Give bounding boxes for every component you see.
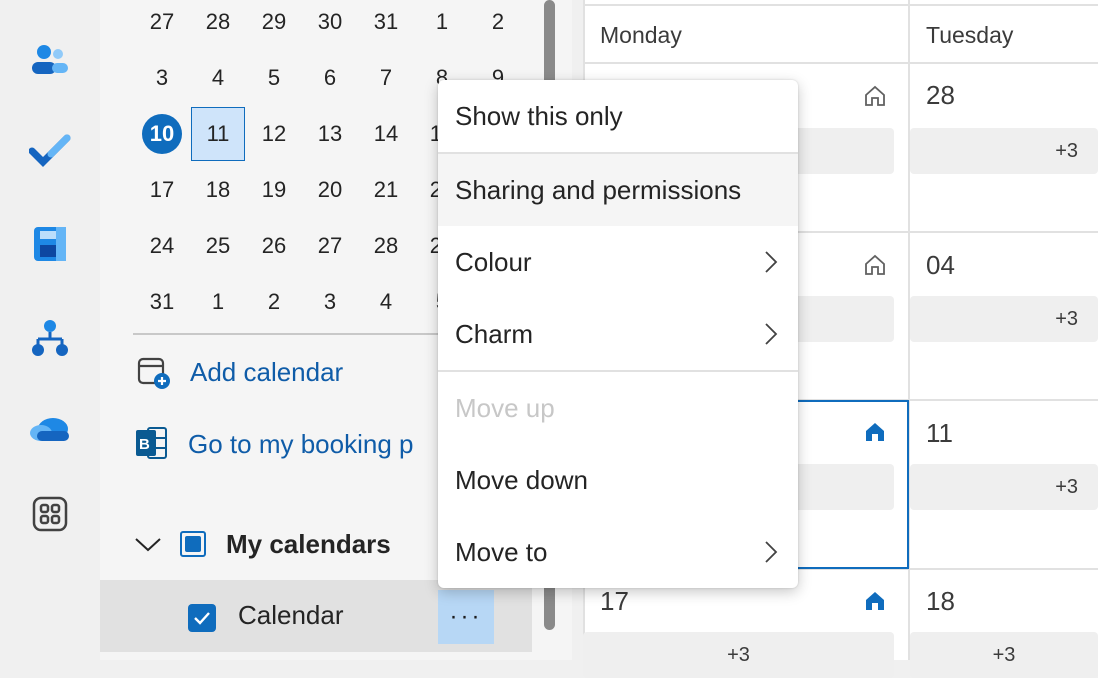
mini-calendar-day[interactable]: 17 <box>134 162 190 218</box>
chevron-right-icon <box>765 323 778 345</box>
apps-grid-icon[interactable] <box>28 492 72 536</box>
todo-check-icon[interactable] <box>28 128 72 172</box>
more-options-button[interactable]: ··· <box>438 590 494 644</box>
menu-item-charm[interactable]: Charm <box>438 298 798 370</box>
bookings-icon: B <box>136 427 167 459</box>
home-icon <box>866 423 884 441</box>
mini-calendar-day[interactable]: 25 <box>190 218 246 274</box>
mini-calendar-day[interactable]: 20 <box>302 162 358 218</box>
mini-calendar-day[interactable]: 21 <box>358 162 414 218</box>
mini-calendar-day[interactable]: 30 <box>302 0 358 50</box>
chevron-down-icon <box>135 538 161 552</box>
menu-item-move-up: Move up <box>438 372 798 444</box>
more-events-pill[interactable]: +3 <box>910 464 1098 510</box>
mini-calendar-day[interactable]: 4 <box>190 50 246 106</box>
app-rail <box>0 0 100 660</box>
mini-calendar-day[interactable]: 14 <box>358 106 414 162</box>
grid-line <box>583 62 1098 64</box>
menu-item-label: Sharing and permissions <box>455 174 742 205</box>
mini-calendar-day[interactable]: 29 <box>246 0 302 50</box>
more-events-pill[interactable]: +3 <box>910 296 1098 342</box>
day-number[interactable]: 11 <box>926 418 953 449</box>
mini-calendar-day[interactable]: 13 <box>302 106 358 162</box>
home-icon <box>865 254 885 275</box>
mini-calendar-day[interactable]: 31 <box>134 274 190 330</box>
day-number[interactable]: 18 <box>926 586 955 617</box>
calendar-add-icon <box>137 357 170 389</box>
mini-calendar-day[interactable]: 27 <box>134 0 190 50</box>
menu-item-sharing-permissions[interactable]: Sharing and permissions <box>438 154 798 226</box>
mini-calendar-day[interactable]: 19 <box>246 162 302 218</box>
grid-line <box>583 4 1098 6</box>
mini-calendar-day[interactable]: 28 <box>190 0 246 50</box>
my-calendars-header[interactable]: My calendars <box>134 522 391 566</box>
mini-calendar-day[interactable]: 12 <box>246 106 302 162</box>
day-number[interactable]: 04 <box>926 250 955 281</box>
day-number[interactable]: 17 <box>600 586 629 617</box>
today-marker: 10 <box>142 114 182 154</box>
home-icon <box>865 85 885 106</box>
svg-text:B: B <box>139 436 150 453</box>
mini-calendar-day[interactable]: 6 <box>302 50 358 106</box>
day-number[interactable]: 28 <box>926 80 955 111</box>
mini-calendar-day[interactable]: 26 <box>246 218 302 274</box>
mini-calendar-day[interactable]: 4 <box>358 274 414 330</box>
menu-item-move-to[interactable]: Move to <box>438 516 798 588</box>
files-icon[interactable] <box>28 222 72 266</box>
menu-item-label: Colour <box>455 246 532 277</box>
add-calendar-link[interactable]: Add calendar <box>134 354 343 390</box>
chevron-right-icon <box>765 251 778 273</box>
my-calendars-title: My calendars <box>226 528 391 559</box>
mini-calendar-day[interactable]: 2 <box>246 274 302 330</box>
menu-item-label: Charm <box>455 318 534 349</box>
mini-calendar-day[interactable]: 18 <box>190 162 246 218</box>
menu-item-label: Move to <box>455 536 548 567</box>
menu-item-show-this-only[interactable]: Show this only <box>438 80 798 152</box>
my-calendars-square-icon <box>180 531 206 557</box>
people-icon[interactable] <box>28 38 72 82</box>
mini-calendar-day[interactable]: 31 <box>358 0 414 50</box>
org-explorer-icon[interactable] <box>28 316 72 360</box>
booking-page-label: Go to my booking p <box>188 428 414 459</box>
chevron-right-icon <box>765 541 778 563</box>
calendar-context-menu: Show this only Sharing and permissions C… <box>438 80 798 588</box>
more-events-pill[interactable]: +3 <box>583 632 894 678</box>
mini-calendar-day[interactable]: 3 <box>302 274 358 330</box>
menu-item-move-down[interactable]: Move down <box>438 444 798 516</box>
day-header-tuesday: Tuesday <box>926 22 1014 48</box>
more-events-pill[interactable]: +3 <box>910 128 1098 174</box>
mini-calendar-day[interactable]: 2 <box>470 0 526 50</box>
menu-item-label: Move down <box>455 464 588 495</box>
calendar-label: Calendar <box>238 600 344 630</box>
calendar-checkbox[interactable] <box>188 604 216 632</box>
mini-calendar-day[interactable]: 3 <box>134 50 190 106</box>
onedrive-icon[interactable] <box>28 406 72 450</box>
mini-calendar-day[interactable]: 5 <box>246 50 302 106</box>
menu-item-label: Move up <box>455 392 555 423</box>
pane-divider <box>133 333 438 335</box>
more-events-pill[interactable]: +3 <box>910 632 1098 678</box>
mini-calendar-day[interactable]: 27 <box>302 218 358 274</box>
checkmark-icon <box>194 612 210 625</box>
mini-calendar-day[interactable]: 10 <box>134 106 190 162</box>
booking-page-link[interactable]: B Go to my booking p <box>134 426 413 462</box>
add-calendar-label: Add calendar <box>190 356 344 387</box>
home-icon <box>866 592 884 610</box>
mini-calendar-day[interactable]: 1 <box>414 0 470 50</box>
mini-calendar-day[interactable]: 1 <box>190 274 246 330</box>
mini-calendar-day[interactable]: 24 <box>134 218 190 274</box>
mini-calendar-day[interactable]: 28 <box>358 218 414 274</box>
day-header-monday: Monday <box>600 22 682 48</box>
mini-calendar-day[interactable]: 7 <box>358 50 414 106</box>
menu-item-label: Show this only <box>455 100 623 131</box>
mini-calendar-day[interactable]: 11 <box>191 107 245 161</box>
menu-item-colour[interactable]: Colour <box>438 226 798 298</box>
